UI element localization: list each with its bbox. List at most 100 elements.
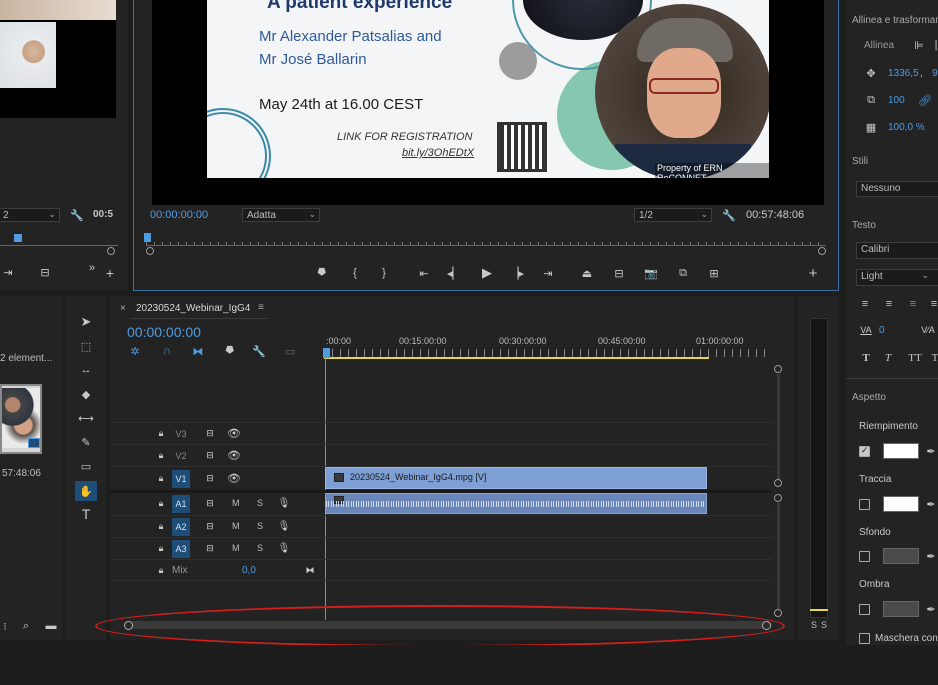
solo-label[interactable]: S bbox=[821, 620, 827, 630]
fill-checkbox[interactable]: ✓ bbox=[859, 445, 870, 457]
program-ruler[interactable] bbox=[146, 236, 826, 246]
go-to-out-icon[interactable]: ⇥ bbox=[540, 266, 556, 280]
go-to-in-icon[interactable]: ⇤ bbox=[416, 266, 432, 280]
program-current-timecode[interactable]: 00:00:00:00 bbox=[150, 209, 208, 221]
sync-lock-icon[interactable]: ⊟ bbox=[204, 497, 216, 509]
marker-icon[interactable]: ⯂ bbox=[314, 266, 328, 280]
source-zoom-select[interactable]: 2 ⌄ bbox=[0, 208, 60, 222]
mix-volume-value[interactable]: 0,0 bbox=[242, 565, 256, 576]
mute-button[interactable]: M bbox=[232, 521, 240, 531]
eye-icon[interactable]: 👁︎ bbox=[227, 427, 241, 440]
razor-icon[interactable]: ◆ bbox=[77, 386, 95, 402]
source-scroll-handle[interactable] bbox=[107, 247, 115, 255]
captions-icon[interactable]: ▭ bbox=[282, 345, 298, 358]
timeline-timecode[interactable]: 00:00:00:00 bbox=[127, 324, 201, 340]
selection-tool-icon[interactable]: ➤ bbox=[77, 314, 95, 330]
program-fit-select[interactable]: Adatta ⌄ bbox=[242, 208, 320, 222]
audio-scroll-top[interactable] bbox=[774, 494, 782, 502]
stroke-checkbox[interactable] bbox=[859, 499, 870, 510]
vr-icon[interactable]: ⊞ bbox=[705, 266, 723, 280]
add-button-icon[interactable]: + bbox=[103, 265, 117, 281]
microphone-icon[interactable]: 🎙︎ bbox=[278, 542, 291, 554]
video-scroll-bottom[interactable] bbox=[774, 479, 782, 487]
track-select-icon[interactable]: ⬚ bbox=[77, 338, 95, 354]
tracking-icon[interactable]: VA bbox=[858, 323, 874, 337]
position-y-value[interactable]: 9 bbox=[932, 68, 938, 79]
search-icon[interactable]: ⌕ bbox=[20, 620, 32, 632]
lock-icon[interactable]: 🔒︎ bbox=[156, 472, 166, 484]
wrench-icon[interactable]: 🔧 bbox=[252, 345, 266, 358]
fill-color-swatch[interactable] bbox=[883, 443, 919, 459]
mix-track[interactable]: 🔒︎ Mix 0,0 ⧓ bbox=[112, 559, 772, 581]
hand-tool-icon[interactable]: ✋ bbox=[75, 481, 97, 501]
slip-icon[interactable]: ⟷ bbox=[77, 410, 95, 426]
solo-button[interactable]: S bbox=[257, 521, 263, 531]
step-forward-icon[interactable]: ▕▸ bbox=[510, 266, 524, 280]
menu-icon[interactable]: ≡ bbox=[258, 302, 264, 313]
add-button-icon[interactable]: + bbox=[806, 265, 820, 282]
linked-selection-icon[interactable]: ⧓ bbox=[191, 345, 205, 358]
timeline-ruler[interactable]: :00:00 00:15:00:00 00:30:00:00 00:45:00:… bbox=[324, 336, 772, 360]
folder-icon[interactable]: ▬ bbox=[44, 620, 58, 632]
timeline-playhead-head[interactable] bbox=[323, 348, 330, 358]
text-justify-icon[interactable]: ≡ bbox=[928, 297, 938, 311]
track-target-a3[interactable]: A3 bbox=[172, 540, 190, 558]
eyedropper-icon[interactable]: ✒ bbox=[924, 548, 938, 564]
program-scroll-end[interactable] bbox=[818, 247, 826, 255]
track-target-v3[interactable]: V3 bbox=[172, 425, 190, 443]
type-tool-icon[interactable]: T bbox=[77, 506, 95, 522]
eyedropper-icon[interactable]: ✒ bbox=[924, 443, 938, 459]
font-style-select[interactable]: Light ⌄ bbox=[856, 269, 938, 286]
wrench-icon[interactable]: 🔧 bbox=[70, 207, 84, 223]
track-target-v1[interactable]: V1 bbox=[172, 470, 190, 488]
lock-icon[interactable]: 🔒︎ bbox=[156, 542, 166, 554]
lock-icon[interactable]: 🔒︎ bbox=[156, 449, 166, 461]
sync-lock-icon[interactable]: ⊟ bbox=[204, 520, 216, 532]
compare-icon[interactable]: ⧉ bbox=[674, 266, 692, 280]
faux-bold-icon[interactable]: T bbox=[860, 351, 872, 365]
video-track-v2[interactable]: 🔒︎ V2 ⊟ 👁︎ bbox=[112, 444, 772, 466]
mask-checkbox[interactable] bbox=[859, 633, 870, 644]
overwrite-icon[interactable]: ⊟ bbox=[36, 265, 54, 279]
style-select[interactable]: Nessuno bbox=[856, 181, 938, 197]
track-target-a1[interactable]: A1 bbox=[172, 495, 190, 513]
pen-icon[interactable]: ✎ bbox=[77, 434, 95, 450]
align-left-icon[interactable]: ⊫ bbox=[912, 38, 926, 52]
audio-track-a2[interactable]: 🔒︎ A2 ⊟ M S 🎙︎ bbox=[112, 515, 772, 537]
play-icon[interactable]: ▶ bbox=[479, 265, 495, 281]
program-resolution-select[interactable]: 1/2 ⌄ bbox=[634, 208, 712, 222]
nest-icon[interactable]: ✲ bbox=[128, 345, 142, 358]
text-align-left-icon[interactable]: ≡ bbox=[858, 297, 872, 311]
tracking-value[interactable]: 0 bbox=[879, 325, 885, 336]
kerning-icon[interactable]: V⁄A bbox=[918, 323, 938, 337]
lock-icon[interactable]: 🔒︎ bbox=[156, 520, 166, 532]
background-checkbox[interactable] bbox=[859, 551, 870, 562]
shadow-checkbox[interactable] bbox=[859, 604, 870, 615]
wrench-icon[interactable]: 🔧 bbox=[722, 207, 736, 223]
microphone-icon[interactable]: 🎙︎ bbox=[278, 520, 291, 532]
track-target-a2[interactable]: A2 bbox=[172, 518, 190, 536]
sync-lock-icon[interactable]: ⊟ bbox=[204, 449, 216, 461]
sync-lock-icon[interactable]: ⊟ bbox=[204, 472, 216, 484]
sync-lock-icon[interactable]: ⊟ bbox=[204, 427, 216, 439]
position-x-value[interactable]: 1336,5 bbox=[888, 68, 919, 79]
audio-scroll-bottom[interactable] bbox=[774, 609, 782, 617]
eye-icon[interactable]: 👁︎ bbox=[227, 472, 241, 485]
lift-icon[interactable]: ⏏ bbox=[578, 266, 596, 280]
mark-in-icon[interactable]: { bbox=[348, 266, 362, 280]
add-marker-icon[interactable]: ⯂ bbox=[222, 345, 236, 357]
eye-icon[interactable]: 👁︎ bbox=[227, 449, 241, 462]
program-scroll-start[interactable] bbox=[146, 247, 154, 255]
ripple-edit-icon[interactable]: ↔ bbox=[77, 362, 95, 378]
lock-icon[interactable]: 🔒︎ bbox=[156, 564, 166, 576]
faux-italic-icon[interactable]: T bbox=[882, 351, 894, 365]
snap-icon[interactable]: ∩ bbox=[160, 345, 174, 357]
eyedropper-icon[interactable]: ✒ bbox=[924, 601, 938, 617]
all-caps-icon[interactable]: TT bbox=[904, 351, 926, 365]
audio-clip[interactable] bbox=[325, 493, 707, 514]
video-scroll-track[interactable] bbox=[777, 374, 780, 480]
audio-track-a3[interactable]: 🔒︎ A3 ⊟ M S 🎙︎ bbox=[112, 537, 772, 559]
video-scroll-top[interactable] bbox=[774, 365, 782, 373]
work-area-bar[interactable] bbox=[324, 357, 709, 359]
video-clip[interactable]: 20230524_Webinar_IgG4.mpg [V] bbox=[325, 467, 707, 489]
